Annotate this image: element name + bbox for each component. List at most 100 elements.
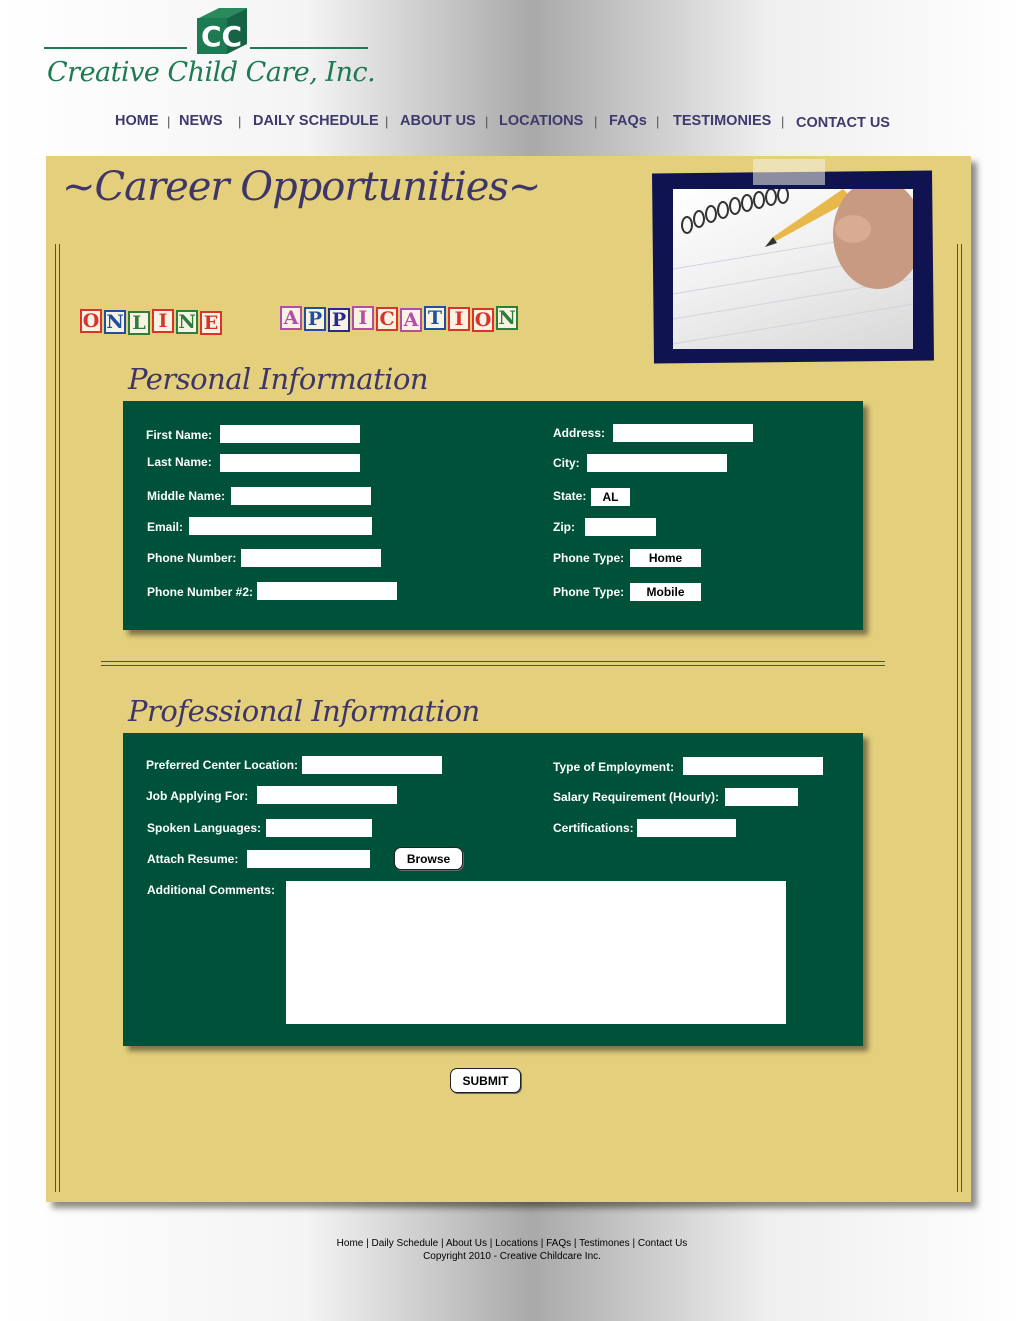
online-banner: ONLINE <box>80 309 224 335</box>
phone-number-2-input[interactable] <box>257 582 397 600</box>
application-letter-block: O <box>472 308 494 332</box>
nav-faqs[interactable]: FAQs <box>609 113 647 129</box>
logo-line-left <box>44 47 187 49</box>
phone-type-2-label: Phone Type: <box>553 585 625 599</box>
attach-resume-label: Attach Resume: <box>147 852 239 866</box>
footer-separator: | <box>571 1238 580 1249</box>
professional-info-title: Professional Information <box>128 694 480 728</box>
application-letter-block: A <box>400 308 422 332</box>
application-letter-block: P <box>328 308 350 332</box>
resume-file-input[interactable] <box>247 850 370 868</box>
nav-separator: | <box>385 114 389 129</box>
footer-link[interactable]: FAQs <box>546 1238 571 1249</box>
online-letter-block: O <box>80 309 102 333</box>
application-letter-block: I <box>448 307 470 331</box>
submit-button[interactable]: SUBMIT <box>450 1068 521 1093</box>
nav-testimonies[interactable]: TESTIMONIES <box>673 113 771 129</box>
email-input[interactable] <box>189 517 372 535</box>
right-border-line <box>957 244 962 1192</box>
footer-separator: | <box>486 1238 496 1249</box>
phone-type-2-select[interactable]: Mobile <box>630 583 701 601</box>
phone-number-input[interactable] <box>241 549 381 567</box>
city-label: City: <box>553 456 580 470</box>
notepad-photo <box>673 189 913 349</box>
logo-letters: CC <box>201 20 242 53</box>
salary-input[interactable] <box>725 788 798 806</box>
city-input[interactable] <box>587 454 727 472</box>
job-applying-input[interactable] <box>257 786 397 804</box>
footer-links: Home | Daily Schedule | About Us | Locat… <box>0 1233 1024 1251</box>
footer-separator: | <box>363 1238 372 1249</box>
comments-label: Additional Comments: <box>147 883 275 897</box>
nav-locations[interactable]: LOCATIONS <box>499 113 583 129</box>
application-letter-block: N <box>496 306 518 330</box>
application-letter-block: T <box>424 306 446 330</box>
online-letter-block: I <box>152 309 174 333</box>
center-location-input[interactable] <box>302 756 442 774</box>
certifications-label: Certifications: <box>553 821 634 835</box>
middle-name-label: Middle Name: <box>147 489 226 503</box>
online-letter-block: N <box>104 310 126 334</box>
last-name-label: Last Name: <box>147 455 212 469</box>
address-input[interactable] <box>613 424 753 442</box>
nav-separator: | <box>781 114 785 129</box>
nav-separator: | <box>238 114 242 129</box>
left-border-line <box>55 244 60 1192</box>
nav-news[interactable]: NEWS <box>179 113 223 129</box>
certifications-input[interactable] <box>637 819 736 837</box>
browse-button[interactable]: Browse <box>394 847 463 870</box>
photo-tape <box>753 159 825 185</box>
job-applying-label: Job Applying For: <box>146 789 249 803</box>
application-banner: APPICATION <box>280 306 520 332</box>
comments-textarea[interactable] <box>286 881 786 1024</box>
phone-number-2-label: Phone Number #2: <box>147 585 254 599</box>
footer-link[interactable]: Daily Schedule <box>372 1238 439 1249</box>
nav-about-us[interactable]: ABOUT US <box>400 113 476 129</box>
application-letter-block: P <box>304 307 326 331</box>
phone-type-select[interactable]: Home <box>630 549 701 567</box>
employment-type-input[interactable] <box>683 757 823 775</box>
footer-separator: | <box>629 1238 638 1249</box>
email-label: Email: <box>147 520 184 534</box>
middle-name-input[interactable] <box>231 487 371 505</box>
nav-separator: | <box>167 114 171 129</box>
zip-input[interactable] <box>585 518 656 536</box>
footer-link[interactable]: Locations <box>495 1238 538 1249</box>
online-letter-block: L <box>128 311 150 335</box>
page-title: ~Career Opportunities~ <box>62 164 541 210</box>
nav-separator: | <box>485 114 489 129</box>
nav-contact-us[interactable]: CONTACT US <box>796 115 890 131</box>
last-name-input[interactable] <box>220 454 360 472</box>
nav-daily-schedule[interactable]: DAILY SCHEDULE <box>253 113 379 129</box>
company-name: Creative Child Care, Inc. <box>47 57 376 88</box>
application-letter-block: A <box>280 306 302 330</box>
copyright: Copyright 2010 - Creative Childcare Inc. <box>423 1251 601 1262</box>
nav-separator: | <box>656 114 660 129</box>
languages-label: Spoken Languages: <box>147 821 262 835</box>
personal-info-title: Personal Information <box>128 362 429 396</box>
logo-cube-icon: CC <box>197 8 247 54</box>
section-divider <box>101 661 885 666</box>
footer-link[interactable]: Contact Us <box>638 1238 687 1249</box>
address-label: Address: <box>553 426 606 440</box>
application-letter-block: I <box>352 306 374 330</box>
nav-home[interactable]: HOME <box>115 113 159 129</box>
online-letter-block: N <box>176 310 198 334</box>
state-select[interactable]: AL <box>591 488 630 506</box>
nav-separator: | <box>594 114 598 129</box>
first-name-input[interactable] <box>220 425 360 443</box>
footer-separator: | <box>537 1238 547 1249</box>
languages-input[interactable] <box>266 819 372 837</box>
footer-link[interactable]: Testimones <box>579 1238 630 1249</box>
logo-line-right <box>250 47 368 49</box>
footer-link[interactable]: Home <box>337 1238 364 1249</box>
center-location-label: Preferred Center Location: <box>146 758 299 772</box>
zip-label: Zip: <box>553 520 575 534</box>
state-label: State: <box>553 489 587 503</box>
employment-type-label: Type of Employment: <box>553 760 675 774</box>
first-name-label: First Name: <box>146 428 213 442</box>
phone-number-label: Phone Number: <box>147 551 237 565</box>
application-letter-block: C <box>376 307 398 331</box>
phone-type-label: Phone Type: <box>553 551 625 565</box>
footer-link[interactable]: About Us <box>446 1238 487 1249</box>
